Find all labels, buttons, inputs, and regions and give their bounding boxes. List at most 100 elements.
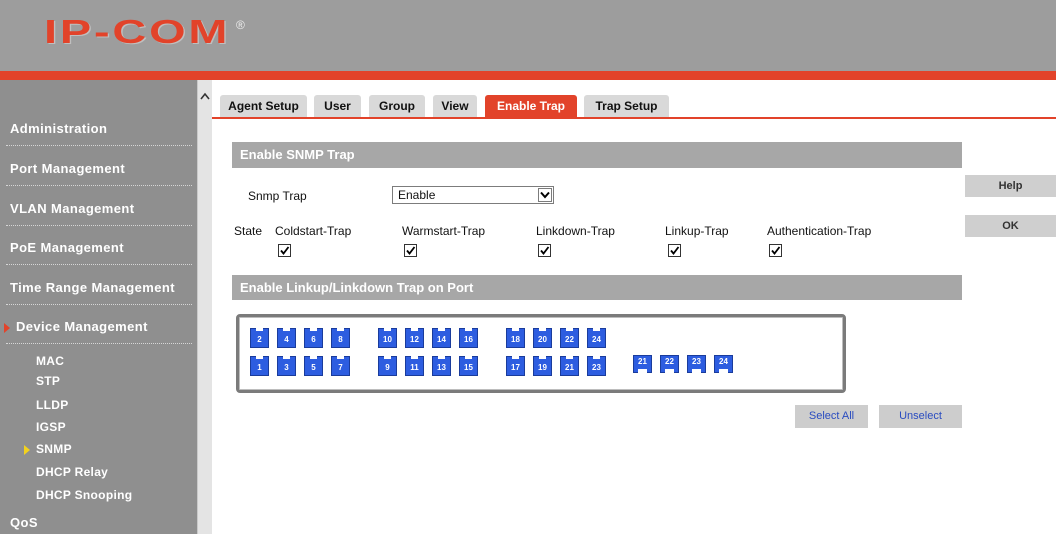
linkdown-trap-checkbox[interactable] [538, 244, 551, 257]
rj45-port[interactable]: 20 [533, 328, 552, 348]
port-panel: 2 4 6 8 10 12 14 16 18 20 22 24 1 3 5 7 … [236, 314, 846, 393]
ok-button[interactable]: OK [965, 215, 1056, 237]
tab-trap-setup[interactable]: Trap Setup [584, 95, 669, 118]
sidebar-item-qos[interactable]: QoS [10, 515, 38, 531]
port-number: 17 [511, 363, 520, 372]
sidebar-divider [6, 304, 192, 305]
port-number: 22 [665, 357, 674, 366]
sidebar-divider [6, 343, 192, 344]
port-number: 11 [410, 363, 419, 372]
rj45-port[interactable]: 17 [506, 356, 525, 376]
port-number: 21 [565, 363, 574, 372]
sidebar-subitem-dhcp-snooping[interactable]: DHCP Snooping [36, 488, 132, 502]
warmstart-trap-checkbox[interactable] [404, 244, 417, 257]
port-group: 2 4 6 8 [250, 328, 350, 348]
port-group: 18 20 22 24 [506, 328, 606, 348]
tab-enable-trap[interactable]: Enable Trap [485, 95, 577, 118]
sidebar-scrollbar[interactable] [197, 80, 212, 534]
rj45-port[interactable]: 5 [304, 356, 323, 376]
sidebar-item-time-range-management[interactable]: Time Range Management [10, 280, 175, 296]
rj45-port[interactable]: 24 [587, 328, 606, 348]
sidebar-subitem-mac[interactable]: MAC [36, 354, 64, 368]
rj45-port[interactable]: 6 [304, 328, 323, 348]
port-number: 7 [338, 363, 343, 372]
scroll-up-arrow-icon[interactable] [200, 92, 210, 100]
checkmark-icon [540, 246, 550, 255]
port-number: 10 [383, 335, 392, 344]
checkmark-icon [280, 246, 290, 255]
rj45-port[interactable]: 1 [250, 356, 269, 376]
port-number: 22 [565, 335, 574, 344]
select-all-button[interactable]: Select All [795, 405, 868, 428]
expanded-arrow-icon [4, 322, 10, 333]
rj45-port[interactable]: 8 [331, 328, 350, 348]
rj45-port[interactable]: 2 [250, 328, 269, 348]
checkmark-icon [406, 246, 416, 255]
sidebar: Administration Port Management VLAN Mana… [0, 80, 197, 534]
port-group: 17 19 21 23 [506, 356, 606, 376]
sidebar-divider [6, 264, 192, 265]
sidebar-item-poe-management[interactable]: PoE Management [10, 240, 124, 256]
sidebar-item-label: Device Management [16, 319, 148, 334]
port-number: 24 [719, 357, 728, 366]
rj45-port[interactable]: 15 [459, 356, 478, 376]
rj45-port[interactable]: 9 [378, 356, 397, 376]
unselect-button[interactable]: Unselect [879, 405, 962, 428]
sfp-port[interactable]: 21 [633, 355, 652, 373]
sidebar-divider [6, 185, 192, 186]
port-number: 13 [437, 363, 446, 372]
sidebar-subitem-dhcp-relay[interactable]: DHCP Relay [36, 465, 108, 479]
port-number: 1 [257, 363, 262, 372]
sfp-port[interactable]: 22 [660, 355, 679, 373]
port-number: 15 [464, 363, 473, 372]
sidebar-subitem-stp[interactable]: STP [36, 374, 60, 388]
chevron-down-icon[interactable] [538, 188, 552, 202]
sfp-port[interactable]: 24 [714, 355, 733, 373]
sfp-port-group: 21 22 23 24 [633, 355, 733, 373]
help-button[interactable]: Help [965, 175, 1056, 197]
port-number: 19 [538, 363, 547, 372]
tab-group[interactable]: Group [369, 95, 425, 118]
brand-logo: IP-COM [44, 13, 231, 50]
port-number: 5 [311, 363, 316, 372]
port-number: 24 [592, 335, 601, 344]
sfp-port[interactable]: 23 [687, 355, 706, 373]
rj45-port[interactable]: 22 [560, 328, 579, 348]
tab-view[interactable]: View [433, 95, 477, 118]
sidebar-item-administration[interactable]: Administration [10, 121, 107, 137]
sidebar-subitem-lldp[interactable]: LLDP [36, 398, 69, 412]
rj45-port[interactable]: 12 [405, 328, 424, 348]
coldstart-trap-checkbox[interactable] [278, 244, 291, 257]
sidebar-divider [6, 225, 192, 226]
rj45-port[interactable]: 13 [432, 356, 451, 376]
port-number: 21 [638, 357, 647, 366]
rj45-port[interactable]: 18 [506, 328, 525, 348]
rj45-port[interactable]: 4 [277, 328, 296, 348]
rj45-port[interactable]: 7 [331, 356, 350, 376]
tab-user[interactable]: User [314, 95, 361, 118]
port-number: 12 [410, 335, 419, 344]
rj45-port[interactable]: 23 [587, 356, 606, 376]
sidebar-item-vlan-management[interactable]: VLAN Management [10, 201, 134, 217]
tab-agent-setup[interactable]: Agent Setup [220, 95, 307, 118]
authentication-trap-label: Authentication-Trap [767, 224, 872, 238]
rj45-port[interactable]: 11 [405, 356, 424, 376]
port-number: 20 [538, 335, 547, 344]
rj45-port[interactable]: 3 [277, 356, 296, 376]
linkup-trap-checkbox[interactable] [668, 244, 681, 257]
port-group: 1 3 5 7 [250, 356, 350, 376]
rj45-port[interactable]: 21 [560, 356, 579, 376]
sidebar-item-device-management[interactable]: Device Management [4, 319, 148, 335]
authentication-trap-checkbox[interactable] [769, 244, 782, 257]
section-title-port-trap: Enable Linkup/Linkdown Trap on Port [232, 275, 962, 300]
port-number: 23 [692, 357, 701, 366]
snmp-trap-select[interactable]: Enable [392, 186, 554, 204]
sidebar-item-port-management[interactable]: Port Management [10, 161, 125, 177]
rj45-port[interactable]: 16 [459, 328, 478, 348]
sidebar-subitem-snmp[interactable]: SNMP [24, 442, 72, 456]
sidebar-subitem-igsp[interactable]: IGSP [36, 420, 66, 434]
rj45-port[interactable]: 14 [432, 328, 451, 348]
rj45-port[interactable]: 10 [378, 328, 397, 348]
state-label: State [234, 224, 263, 238]
rj45-port[interactable]: 19 [533, 356, 552, 376]
